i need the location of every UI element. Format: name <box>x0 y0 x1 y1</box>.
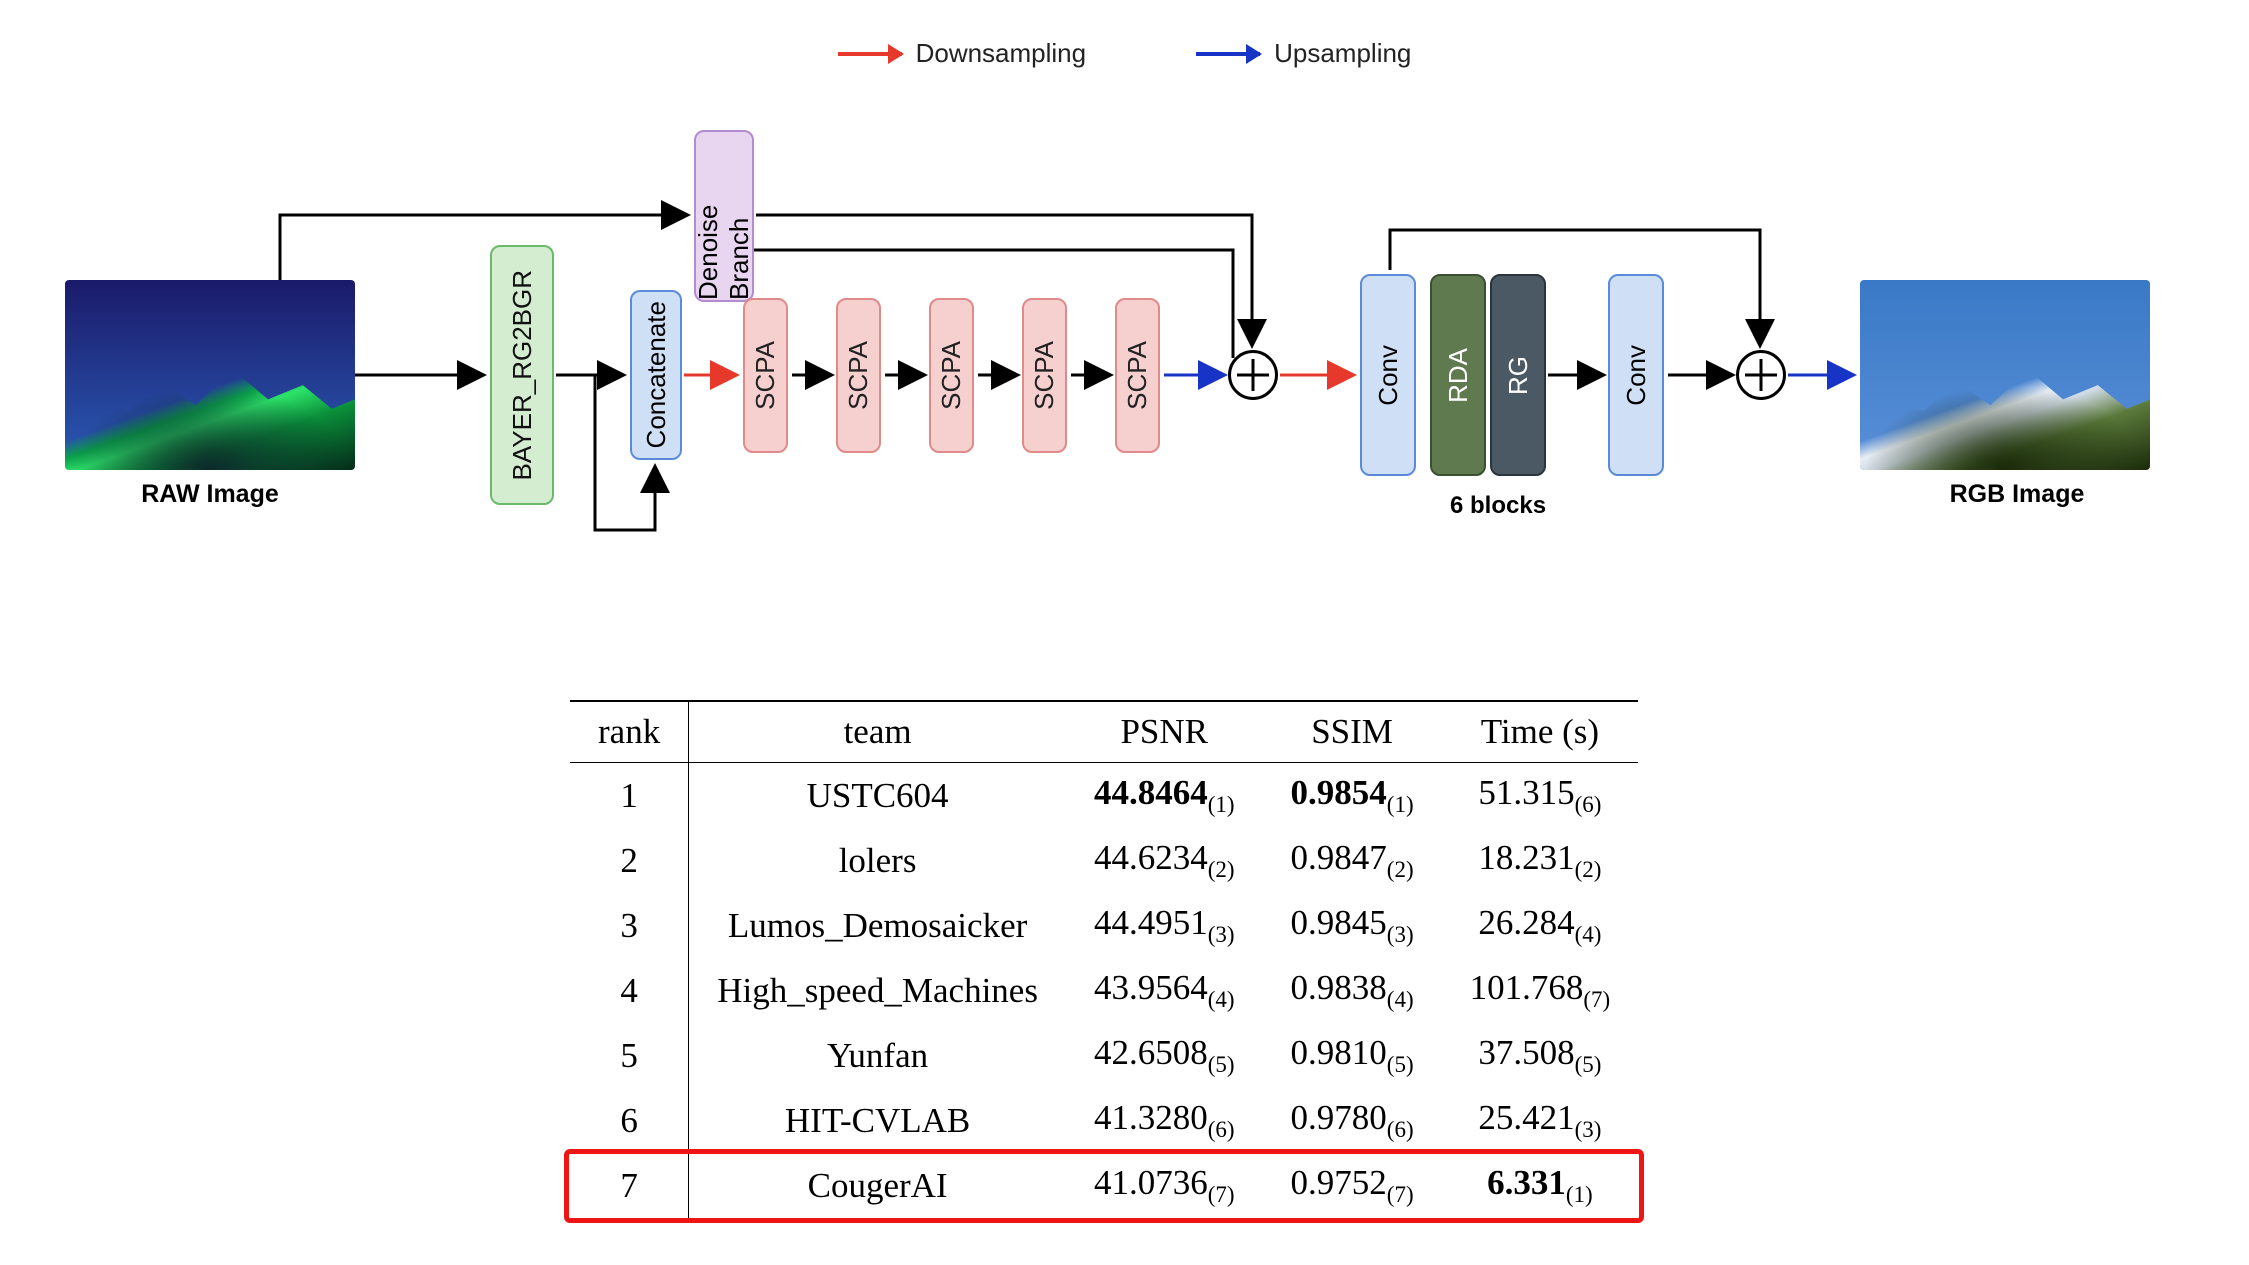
bayer-block: BAYER_RG2BGR <box>490 245 554 505</box>
col-psnr: PSNR <box>1066 701 1263 763</box>
rgb-image <box>1860 280 2150 470</box>
cell-time: 101.768(7) <box>1442 958 1639 1023</box>
add-op-1 <box>1228 350 1278 400</box>
cell-team: Lumos_Demosaicker <box>689 893 1066 958</box>
scpa-block-2: SCPA <box>836 298 881 453</box>
cell-ssim: 0.9810(5) <box>1263 1023 1442 1088</box>
cell-rank: 6 <box>570 1088 689 1153</box>
cell-time: 26.284(4) <box>1442 893 1639 958</box>
results-table: rank team PSNR SSIM Time (s) 1USTC60444.… <box>570 700 1638 1220</box>
cell-ssim: 0.9854(1) <box>1263 763 1442 829</box>
legend: Downsampling Upsampling <box>0 38 2249 69</box>
scpa-label: SCPA <box>1029 341 1060 410</box>
legend-down-label: Downsampling <box>916 38 1087 69</box>
cell-psnr: 41.0736(7) <box>1066 1153 1263 1219</box>
cell-psnr: 43.9564(4) <box>1066 958 1263 1023</box>
concatenate-block: Concatenate <box>630 290 682 460</box>
cell-rank: 3 <box>570 893 689 958</box>
scpa-block-4: SCPA <box>1022 298 1067 453</box>
rgb-image-caption: RGB Image <box>1872 480 2162 509</box>
scpa-block-3: SCPA <box>929 298 974 453</box>
arrow-up-icon <box>1196 52 1260 56</box>
scpa-block-1: SCPA <box>743 298 788 453</box>
cell-rank: 5 <box>570 1023 689 1088</box>
cell-time: 51.315(6) <box>1442 763 1639 829</box>
cell-rank: 1 <box>570 763 689 829</box>
cell-ssim: 0.9838(4) <box>1263 958 1442 1023</box>
conv-label: Conv <box>1621 345 1652 406</box>
table-row: 6HIT-CVLAB41.3280(6)0.9780(6)25.421(3) <box>570 1088 1638 1153</box>
rda-label: RDA <box>1443 348 1474 403</box>
cell-ssim: 0.9752(7) <box>1263 1153 1442 1219</box>
cell-time: 18.231(2) <box>1442 828 1639 893</box>
bayer-label: BAYER_RG2BGR <box>507 270 538 480</box>
cell-psnr: 44.6234(2) <box>1066 828 1263 893</box>
rg-label: RG <box>1503 356 1534 395</box>
table-row: 3Lumos_Demosaicker44.4951(3)0.9845(3)26.… <box>570 893 1638 958</box>
cell-time: 37.508(5) <box>1442 1023 1639 1088</box>
rg-block: RG <box>1490 274 1546 476</box>
scpa-label: SCPA <box>1122 341 1153 410</box>
denoise-label: Denoise Branch <box>693 132 755 300</box>
table-row: 5Yunfan42.6508(5)0.9810(5)37.508(5) <box>570 1023 1638 1088</box>
cell-ssim: 0.9780(6) <box>1263 1088 1442 1153</box>
cell-rank: 7 <box>570 1153 689 1219</box>
cell-time: 25.421(3) <box>1442 1088 1639 1153</box>
col-rank: rank <box>570 701 689 763</box>
cell-team: USTC604 <box>689 763 1066 829</box>
table-row: 4High_speed_Machines43.9564(4)0.9838(4)1… <box>570 958 1638 1023</box>
cell-ssim: 0.9845(3) <box>1263 893 1442 958</box>
table-row: 2lolers44.6234(2)0.9847(2)18.231(2) <box>570 828 1638 893</box>
denoise-branch-block: Denoise Branch <box>694 130 754 302</box>
col-ssim: SSIM <box>1263 701 1442 763</box>
col-time: Time (s) <box>1442 701 1639 763</box>
table-row: 7CougerAI41.0736(7)0.9752(7)6.331(1) <box>570 1153 1638 1219</box>
legend-up-label: Upsampling <box>1274 38 1411 69</box>
cell-team: CougerAI <box>689 1153 1066 1219</box>
legend-downsampling: Downsampling <box>838 38 1087 69</box>
cell-psnr: 41.3280(6) <box>1066 1088 1263 1153</box>
cell-team: HIT-CVLAB <box>689 1088 1066 1153</box>
cell-rank: 2 <box>570 828 689 893</box>
cell-rank: 4 <box>570 958 689 1023</box>
cell-psnr: 42.6508(5) <box>1066 1023 1263 1088</box>
table-row: 1USTC60444.8464(1)0.9854(1)51.315(6) <box>570 763 1638 829</box>
cell-team: High_speed_Machines <box>689 958 1066 1023</box>
cell-psnr: 44.8464(1) <box>1066 763 1263 829</box>
table-header-row: rank team PSNR SSIM Time (s) <box>570 701 1638 763</box>
raw-image <box>65 280 355 470</box>
concat-label: Concatenate <box>641 301 672 448</box>
cell-ssim: 0.9847(2) <box>1263 828 1442 893</box>
cell-psnr: 44.4951(3) <box>1066 893 1263 958</box>
legend-upsampling: Upsampling <box>1196 38 1411 69</box>
conv-block-2: Conv <box>1608 274 1664 476</box>
col-team: team <box>689 701 1066 763</box>
rda-block: RDA <box>1430 274 1486 476</box>
raw-image-caption: RAW Image <box>65 480 355 509</box>
cell-team: Yunfan <box>689 1023 1066 1088</box>
scpa-label: SCPA <box>750 341 781 410</box>
cell-time: 6.331(1) <box>1442 1153 1639 1219</box>
conv-label: Conv <box>1373 345 1404 406</box>
arrow-down-icon <box>838 52 902 56</box>
conv-block-1: Conv <box>1360 274 1416 476</box>
six-blocks-label: 6 blocks <box>1450 492 1546 520</box>
scpa-block-5: SCPA <box>1115 298 1160 453</box>
results-table-wrap: rank team PSNR SSIM Time (s) 1USTC60444.… <box>570 700 1638 1220</box>
architecture-diagram: RAW Image BAYER_RG2BGR Concatenate Denoi… <box>0 120 2249 680</box>
add-op-2 <box>1736 350 1786 400</box>
scpa-label: SCPA <box>936 341 967 410</box>
cell-team: lolers <box>689 828 1066 893</box>
scpa-label: SCPA <box>843 341 874 410</box>
